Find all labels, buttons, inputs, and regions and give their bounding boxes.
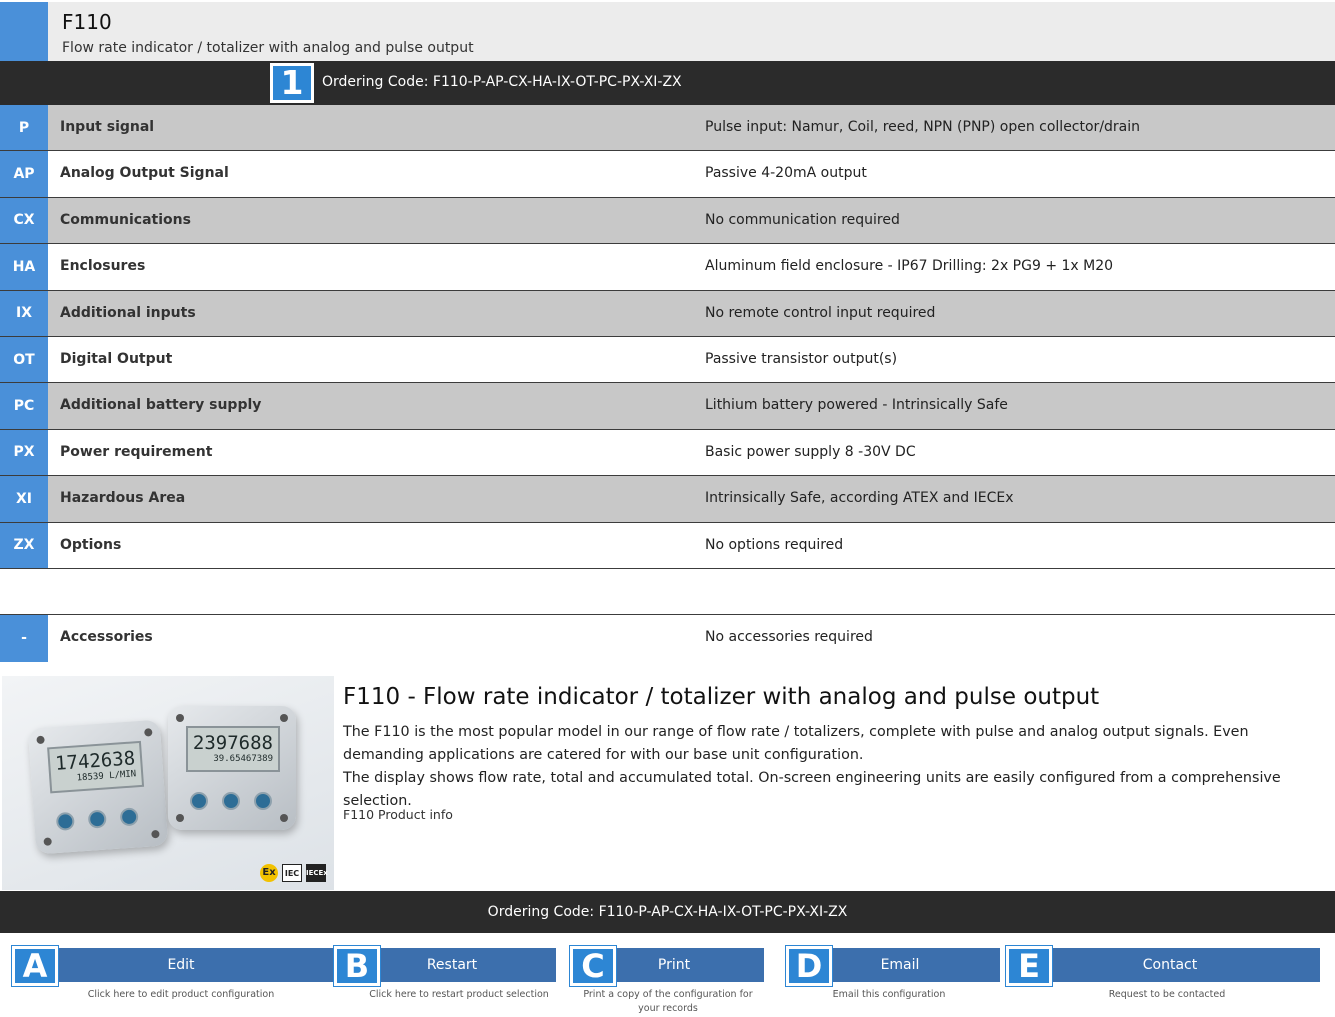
letter-badge: D — [785, 945, 833, 987]
option-value: Passive transistor output(s) — [705, 350, 898, 367]
option-label: Communications — [60, 211, 191, 228]
letter-badge: E — [1005, 945, 1053, 987]
device-button-icon — [222, 792, 240, 810]
product-description-paragraph: The F110 is the most popular model in ou… — [343, 724, 1249, 763]
product-image: 1742638 18539 L/MIN 2397688 39.65467389 … — [2, 676, 334, 890]
option-label: Digital Output — [60, 350, 173, 367]
device-left: 1742638 18539 L/MIN — [27, 719, 169, 855]
letter-badge: A — [11, 945, 59, 987]
config-row-input-signal[interactable]: P Input signal Pulse input: Namur, Coil,… — [0, 105, 1335, 152]
email-hint: Email this configuration — [832, 989, 946, 1000]
letter-badge: C — [569, 945, 617, 987]
option-code: P — [0, 105, 48, 151]
config-row-hazardous-area[interactable]: XI Hazardous Area Intrinsically Safe, ac… — [0, 476, 1335, 523]
config-row-battery-supply[interactable]: PC Additional battery supply Lithium bat… — [0, 383, 1335, 430]
device-button-icon — [254, 792, 272, 810]
product-section: 1742638 18539 L/MIN 2397688 39.65467389 … — [0, 676, 1335, 890]
device-button-icon — [55, 811, 75, 831]
footer-ordering-code: Ordering Code: F110-P-AP-CX-HA-IX-OT-PC-… — [0, 891, 1335, 933]
option-label: Additional inputs — [60, 304, 196, 321]
option-code: AP — [0, 151, 48, 197]
device-display: 2397688 39.65467389 — [186, 726, 280, 772]
screw-icon — [43, 837, 52, 846]
device-button-icon — [190, 792, 208, 810]
option-label: Analog Output Signal — [60, 165, 229, 182]
option-label: Input signal — [60, 119, 155, 135]
screw-icon — [280, 814, 288, 822]
option-value: Passive 4-20mA output — [705, 165, 867, 182]
config-row-options[interactable]: ZX Options No options required — [0, 522, 1335, 569]
display-total: 2397688 — [192, 732, 273, 754]
contact-hint: Request to be contacted — [1108, 989, 1226, 1000]
option-value: No communication required — [705, 211, 900, 228]
ordering-code-bar: 1 Ordering Code: F110-P-AP-CX-HA-IX-OT-P… — [0, 61, 1335, 105]
option-label: Accessories — [60, 629, 153, 646]
screw-icon — [176, 714, 184, 722]
option-label: Enclosures — [60, 258, 146, 275]
config-row-analog-output[interactable]: AP Analog Output Signal Passive 4-20mA o… — [0, 151, 1335, 198]
contact-button[interactable]: Contact — [1020, 948, 1320, 982]
config-row-power-requirement[interactable]: PX Power requirement Basic power supply … — [0, 429, 1335, 477]
page-title: F110 — [62, 10, 112, 34]
screw-icon — [36, 735, 45, 745]
option-value: Pulse input: Namur, Coil, reed, NPN (PNP… — [705, 119, 1141, 135]
option-code: IX — [0, 290, 48, 336]
config-row-enclosures[interactable]: HA Enclosures Aluminum field enclosure -… — [0, 244, 1335, 291]
header-accent — [0, 2, 48, 61]
option-value: Basic power supply 8 -30V DC — [705, 443, 916, 460]
ordering-code: Ordering Code: F110-P-AP-CX-HA-IX-OT-PC-… — [322, 74, 682, 90]
screw-icon — [176, 814, 184, 822]
iec-icon: IEC — [282, 864, 302, 882]
option-code: - — [0, 615, 48, 662]
option-value: Intrinsically Safe, according ATEX and I… — [705, 490, 1014, 507]
option-code: XI — [0, 476, 48, 522]
atex-ex-icon: Ex — [260, 864, 278, 882]
spacer-row — [0, 568, 1335, 616]
option-code: PX — [0, 429, 48, 476]
screw-icon — [151, 829, 160, 839]
option-code: CX — [0, 197, 48, 244]
product-info-link[interactable]: F110 Product info — [343, 807, 453, 822]
option-code: PC — [0, 383, 48, 429]
option-label: Power requirement — [60, 443, 213, 460]
option-code: HA — [0, 244, 48, 290]
product-description: The F110 is the most popular model in ou… — [343, 721, 1328, 813]
option-value: No options required — [705, 536, 844, 553]
page-subtitle: Flow rate indicator / totalizer with ana… — [62, 40, 474, 56]
edit-hint: Click here to edit product configuration — [87, 989, 275, 1000]
step-badge: 1 — [270, 63, 314, 103]
device-display: 1742638 18539 L/MIN — [47, 740, 145, 794]
option-code: ZX — [0, 522, 48, 568]
option-value: No remote control input required — [705, 304, 936, 321]
device-button-icon — [87, 809, 107, 829]
product-title: F110 - Flow rate indicator / totalizer w… — [343, 684, 1100, 710]
config-row-digital-output[interactable]: OT Digital Output Passive transistor out… — [0, 336, 1335, 384]
action-bar: A Edit Click here to edit product config… — [0, 945, 1335, 1017]
config-row-additional-inputs[interactable]: IX Additional inputs No remote control i… — [0, 290, 1335, 337]
option-label: Options — [60, 536, 122, 553]
edit-button[interactable]: Edit — [28, 948, 334, 982]
config-row-communications[interactable]: CX Communications No communication requi… — [0, 197, 1335, 245]
restart-hint: Click here to restart product selection — [369, 989, 549, 1000]
screw-icon — [280, 714, 288, 722]
display-accumulated: 39.65467389 — [213, 754, 273, 764]
print-hint: Print a copy of the configuration for yo… — [583, 989, 753, 1014]
configuration-table: P Input signal Pulse input: Namur, Coil,… — [0, 105, 1335, 662]
option-value: Lithium battery powered - Intrinsically … — [705, 397, 1008, 414]
page-header: F110 Flow rate indicator / totalizer wit… — [0, 2, 1335, 61]
device-right: 2397688 39.65467389 — [168, 706, 296, 830]
product-description-paragraph: The display shows flow rate, total and a… — [343, 770, 1281, 809]
letter-badge: B — [333, 945, 381, 987]
certification-logos: Ex IEC IECEx — [260, 864, 328, 882]
screw-icon — [144, 728, 153, 737]
option-code: OT — [0, 336, 48, 383]
option-value: No accessories required — [705, 629, 873, 646]
device-button-icon — [119, 807, 139, 827]
config-row-accessories[interactable]: - Accessories No accessories required — [0, 615, 1335, 662]
iecex-icon: IECEx — [306, 864, 328, 882]
option-label: Additional battery supply — [60, 397, 262, 414]
option-value: Aluminum field enclosure - IP67 Drilling… — [705, 258, 1114, 275]
option-label: Hazardous Area — [60, 490, 186, 507]
